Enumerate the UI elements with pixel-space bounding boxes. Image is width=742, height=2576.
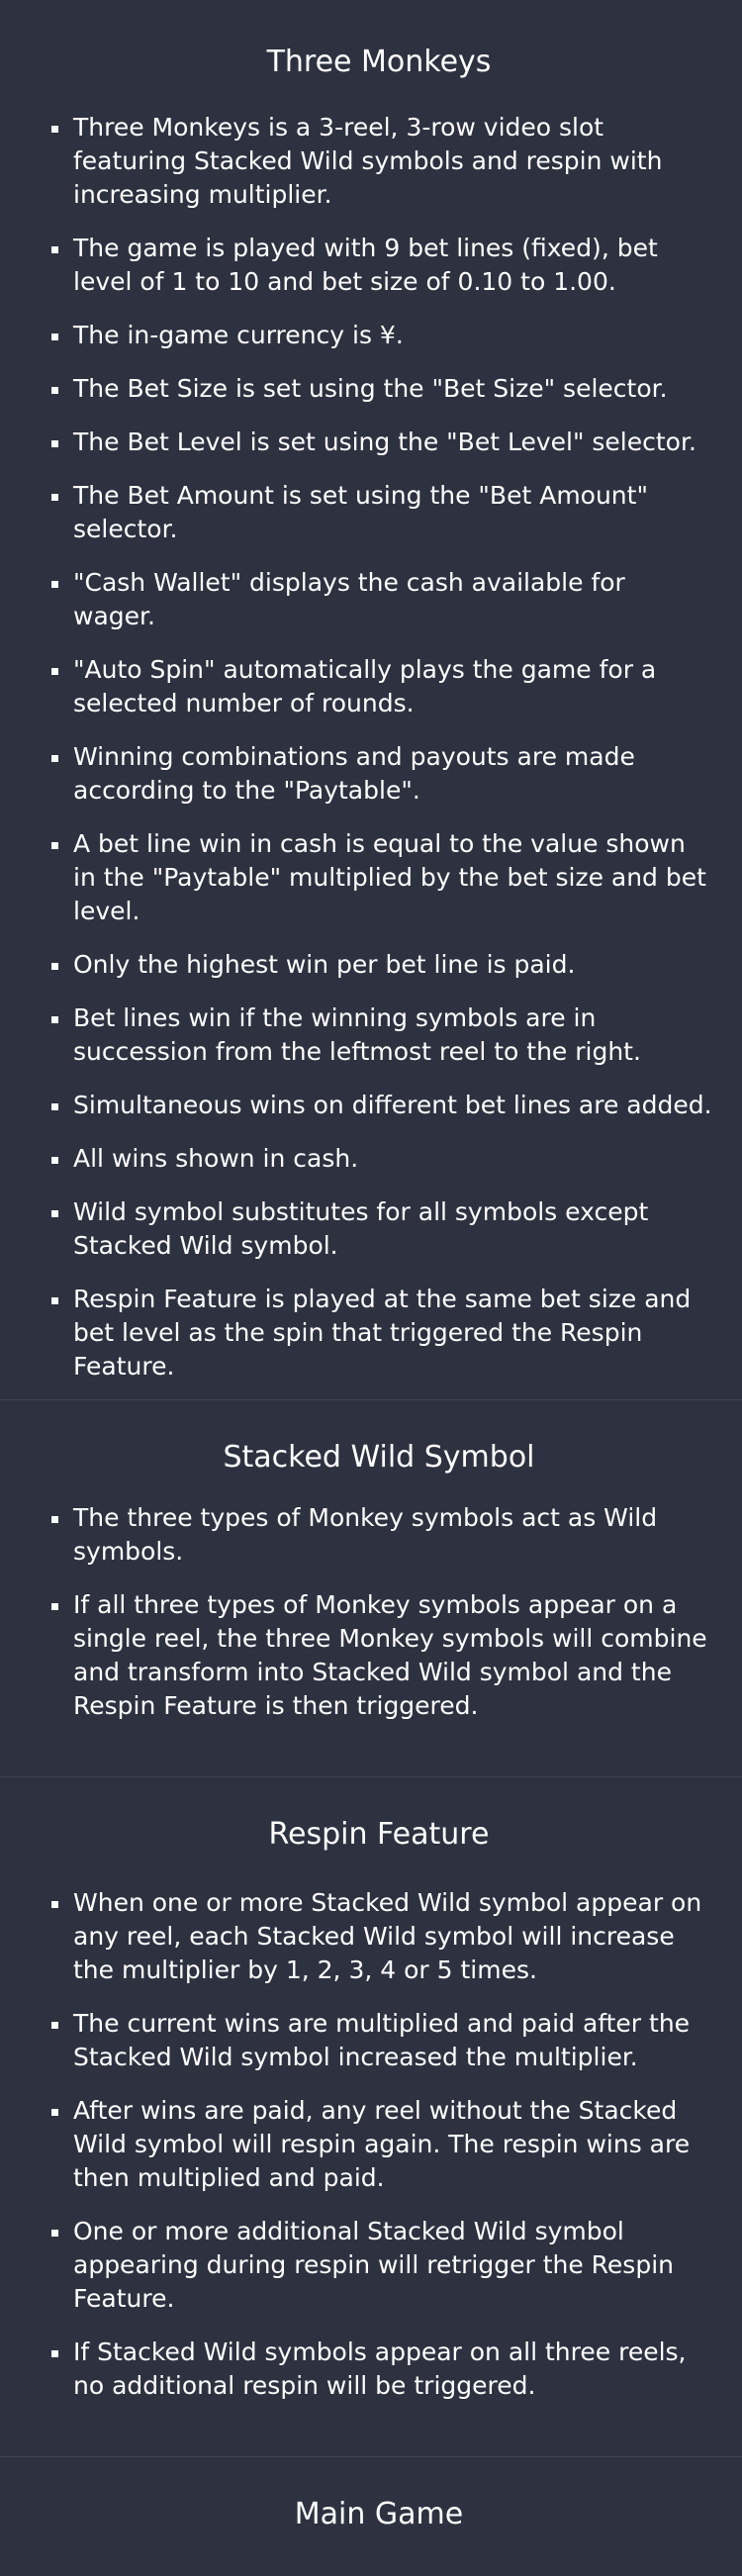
list-item-text: A bet line win in cash is equal to the v… bbox=[73, 829, 706, 925]
list-item: The Bet Level is set using the "Bet Leve… bbox=[44, 426, 714, 459]
list-item-text: The current wins are multiplied and paid… bbox=[73, 2009, 691, 2071]
list-item: One or more additional Stacked Wild symb… bbox=[44, 2215, 714, 2316]
list-item-text: If Stacked Wild symbols appear on all th… bbox=[73, 2337, 687, 2400]
list-item-text: Only the highest win per bet line is pai… bbox=[73, 950, 576, 979]
list-item-text: Respin Feature is played at the same bet… bbox=[73, 1285, 692, 1381]
list-item-text: When one or more Stacked Wild symbol app… bbox=[73, 1888, 702, 1984]
list-item: Bet lines win if the winning symbols are… bbox=[44, 1002, 714, 1069]
bullet-icon bbox=[51, 1901, 58, 1908]
list-item-text: Three Monkeys is a 3-reel, 3-row video s… bbox=[73, 113, 663, 209]
bullet-icon bbox=[51, 246, 58, 253]
section-title: Three Monkeys bbox=[266, 45, 492, 79]
list-item: Respin Feature is played at the same bet… bbox=[44, 1283, 714, 1383]
section-title: Respin Feature bbox=[268, 1817, 490, 1852]
list-item-text: The Bet Amount is set using the "Bet Amo… bbox=[73, 481, 648, 543]
rules-list: When one or more Stacked Wild symbol app… bbox=[44, 1886, 714, 2403]
bullet-icon bbox=[51, 963, 58, 970]
section-title: Stacked Wild Symbol bbox=[223, 1440, 535, 1475]
bullet-icon bbox=[51, 1516, 58, 1523]
rules-page[interactable]: Three Monkeys Three Monkeys is a 3-reel,… bbox=[0, 0, 742, 2576]
list-item: "Cash Wallet" displays the cash availabl… bbox=[44, 566, 714, 633]
bullet-icon bbox=[51, 2350, 58, 2357]
list-item-text: The Bet Size is set using the "Bet Size"… bbox=[73, 374, 668, 403]
bullet-icon bbox=[51, 2022, 58, 2029]
bullet-icon bbox=[51, 1603, 58, 1610]
bullet-icon bbox=[51, 1157, 58, 1164]
list-item: Only the highest win per bet line is pai… bbox=[44, 948, 714, 982]
bullet-icon bbox=[51, 842, 58, 849]
rules-list: Three Monkeys is a 3-reel, 3-row video s… bbox=[44, 111, 714, 1383]
bullet-icon bbox=[51, 494, 58, 501]
bullet-icon bbox=[51, 1210, 58, 1217]
section-three-monkeys: Three Monkeys Three Monkeys is a 3-reel,… bbox=[0, 0, 742, 1399]
list-item-text: One or more additional Stacked Wild symb… bbox=[73, 2217, 674, 2313]
list-item: If Stacked Wild symbols appear on all th… bbox=[44, 2336, 714, 2403]
list-item: Simultaneous wins on different bet lines… bbox=[44, 1089, 714, 1122]
bullet-icon bbox=[51, 387, 58, 394]
list-item-text: The Bet Level is set using the "Bet Leve… bbox=[73, 428, 696, 456]
bullet-icon bbox=[51, 440, 58, 447]
list-item: The game is played with 9 bet lines (fix… bbox=[44, 232, 714, 299]
list-item: The Bet Amount is set using the "Bet Amo… bbox=[44, 479, 714, 546]
section-main-game: Main Game bbox=[0, 2456, 742, 2576]
list-item-text: Simultaneous wins on different bet lines… bbox=[73, 1091, 712, 1119]
list-item-text: Bet lines win if the winning symbols are… bbox=[73, 1003, 641, 1066]
section-respin-feature: Respin Feature When one or more Stacked … bbox=[0, 1776, 742, 2456]
bullet-icon bbox=[51, 126, 58, 133]
bullet-icon bbox=[51, 2230, 58, 2237]
bullet-icon bbox=[51, 1297, 58, 1304]
list-item: If all three types of Monkey symbols app… bbox=[44, 1588, 714, 1723]
list-item: The in-game currency is ¥. bbox=[44, 319, 714, 352]
rules-list: The three types of Monkey symbols act as… bbox=[44, 1501, 714, 1723]
list-item-text: All wins shown in cash. bbox=[73, 1144, 359, 1173]
list-item-text: If all three types of Monkey symbols app… bbox=[73, 1590, 707, 1720]
list-item-text: "Auto Spin" automatically plays the game… bbox=[73, 655, 657, 717]
bullet-icon bbox=[51, 334, 58, 340]
section-title: Main Game bbox=[294, 2497, 464, 2531]
bullet-icon bbox=[51, 581, 58, 588]
list-item: After wins are paid, any reel without th… bbox=[44, 2094, 714, 2195]
list-item-text: The in-game currency is ¥. bbox=[73, 321, 404, 349]
list-item: All wins shown in cash. bbox=[44, 1142, 714, 1176]
list-item: Winning combinations and payouts are mad… bbox=[44, 740, 714, 808]
list-item: The Bet Size is set using the "Bet Size"… bbox=[44, 372, 714, 406]
bullet-icon bbox=[51, 1016, 58, 1023]
list-item: The three types of Monkey symbols act as… bbox=[44, 1501, 714, 1569]
section-stacked-wild-symbol: Stacked Wild Symbol The three types of M… bbox=[0, 1399, 742, 1776]
list-item: Three Monkeys is a 3-reel, 3-row video s… bbox=[44, 111, 714, 212]
list-item-text: Winning combinations and payouts are mad… bbox=[73, 742, 635, 805]
list-item-text: The game is played with 9 bet lines (fix… bbox=[73, 234, 658, 296]
list-item: A bet line win in cash is equal to the v… bbox=[44, 827, 714, 928]
list-item-text: After wins are paid, any reel without th… bbox=[73, 2096, 691, 2192]
bullet-icon bbox=[51, 755, 58, 762]
list-item: The current wins are multiplied and paid… bbox=[44, 2007, 714, 2074]
bullet-icon bbox=[51, 1103, 58, 1110]
list-item: "Auto Spin" automatically plays the game… bbox=[44, 653, 714, 720]
list-item: When one or more Stacked Wild symbol app… bbox=[44, 1886, 714, 1987]
list-item-text: Wild symbol substitutes for all symbols … bbox=[73, 1197, 649, 1260]
list-item-text: The three types of Monkey symbols act as… bbox=[73, 1503, 658, 1566]
bullet-icon bbox=[51, 668, 58, 675]
list-item: Wild symbol substitutes for all symbols … bbox=[44, 1195, 714, 1263]
bullet-icon bbox=[51, 2109, 58, 2116]
list-item-text: "Cash Wallet" displays the cash availabl… bbox=[73, 568, 625, 630]
